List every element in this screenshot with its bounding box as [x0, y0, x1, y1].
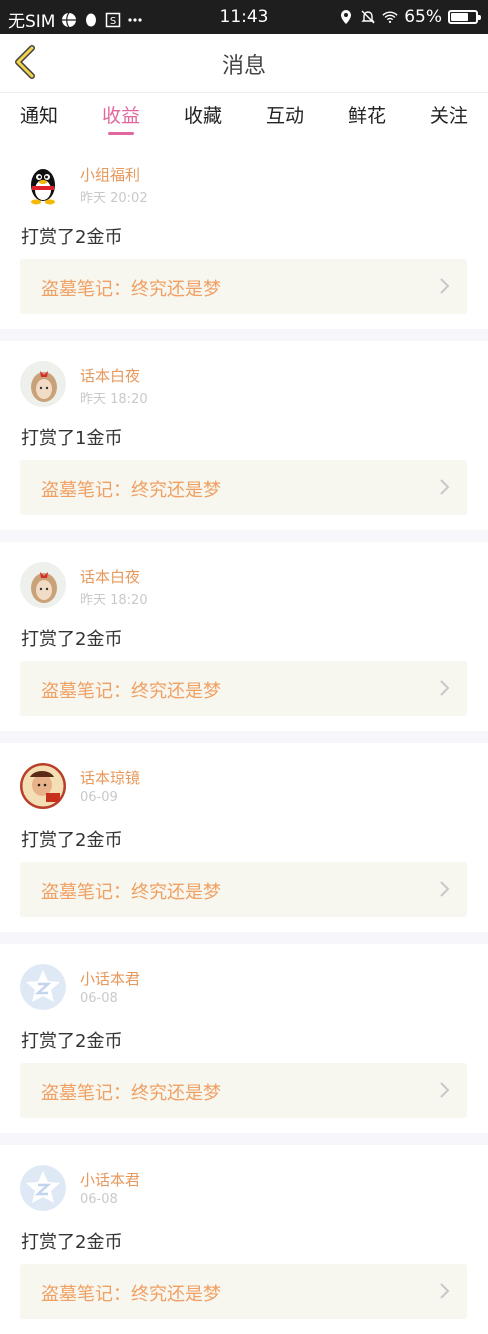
doll-avatar[interactable]	[20, 361, 66, 407]
location-icon	[341, 10, 352, 24]
cartoon-avatar[interactable]	[20, 763, 66, 809]
tab-bar: 通知 收益 收藏 互动 鲜花 关注	[0, 93, 488, 139]
list-item: 话本白夜 昨天 18:20 打赏了2金币 盗墓笔记：终究还是梦	[0, 542, 488, 731]
story-link[interactable]: 盗墓笔记：终究还是梦	[20, 1264, 467, 1319]
reward-message: 打赏了2金币	[21, 1232, 123, 1253]
user-name[interactable]: 小话本君	[80, 968, 140, 989]
divider	[0, 731, 488, 743]
timestamp: 06-09	[80, 790, 118, 805]
qq-penguin-avatar[interactable]	[20, 160, 66, 206]
chevron-right-icon	[440, 1082, 450, 1098]
story-link[interactable]: 盗墓笔记：终究还是梦	[20, 862, 467, 917]
star-z-avatar[interactable]	[20, 964, 66, 1010]
tab-follow[interactable]: 关注	[430, 93, 468, 139]
timestamp: 06-08	[80, 1192, 118, 1207]
tab-interaction[interactable]: 互动	[266, 93, 304, 139]
wifi-icon	[382, 11, 398, 24]
divider	[0, 932, 488, 944]
user-name[interactable]: 话本琼镜	[80, 767, 140, 788]
doll-avatar[interactable]	[20, 562, 66, 608]
status-right: 65%	[338, 7, 481, 27]
timestamp: 昨天 18:20	[80, 593, 148, 608]
reward-message: 打赏了2金币	[21, 227, 123, 248]
tab-flowers[interactable]: 鲜花	[348, 93, 386, 139]
status-bar: 无SIM S 11:43 65%	[0, 0, 488, 34]
message-feed: 小组福利 昨天 20:02 打赏了2金币 盗墓笔记：终究还是梦 话本白夜 昨天 …	[0, 140, 488, 1334]
chevron-right-icon	[440, 881, 450, 897]
story-title: 盗墓笔记：终究还是梦	[41, 279, 221, 300]
timestamp: 06-08	[80, 991, 118, 1006]
star-z-avatar[interactable]	[20, 1165, 66, 1211]
story-title: 盗墓笔记：终究还是梦	[41, 1284, 221, 1305]
tab-notice[interactable]: 通知	[20, 93, 58, 139]
chevron-right-icon	[440, 479, 450, 495]
reward-message: 打赏了1金币	[21, 428, 123, 449]
title-bar: 消息	[0, 34, 488, 93]
story-link[interactable]: 盗墓笔记：终究还是梦	[20, 460, 467, 515]
divider	[0, 530, 488, 542]
story-title: 盗墓笔记：终究还是梦	[41, 1083, 221, 1104]
list-item: 话本白夜 昨天 18:20 打赏了1金币 盗墓笔记：终究还是梦	[0, 341, 488, 530]
battery-percent: 65%	[404, 7, 442, 27]
mute-bell-icon	[361, 10, 375, 24]
reward-message: 打赏了2金币	[21, 1031, 123, 1052]
chevron-right-icon	[440, 278, 450, 294]
list-item: 小话本君 06-08 打赏了2金币 盗墓笔记：终究还是梦	[0, 944, 488, 1133]
tab-earnings[interactable]: 收益	[102, 93, 140, 139]
story-title: 盗墓笔记：终究还是梦	[41, 681, 221, 702]
user-name[interactable]: 话本白夜	[80, 566, 140, 587]
list-item: 小话本君 06-08 打赏了2金币 盗墓笔记：终究还是梦	[0, 1145, 488, 1334]
user-name[interactable]: 小话本君	[80, 1169, 140, 1190]
battery-icon	[448, 10, 481, 24]
timestamp: 昨天 20:02	[80, 191, 148, 206]
story-title: 盗墓笔记：终究还是梦	[41, 480, 221, 501]
user-name[interactable]: 小组福利	[80, 164, 140, 185]
reward-message: 打赏了2金币	[21, 830, 123, 851]
story-link[interactable]: 盗墓笔记：终究还是梦	[20, 661, 467, 716]
story-link[interactable]: 盗墓笔记：终究还是梦	[20, 259, 467, 314]
tab-favorites[interactable]: 收藏	[184, 93, 222, 139]
chevron-right-icon	[440, 680, 450, 696]
divider	[0, 1133, 488, 1145]
reward-message: 打赏了2金币	[21, 629, 123, 650]
story-link[interactable]: 盗墓笔记：终究还是梦	[20, 1063, 467, 1118]
page-title: 消息	[221, 54, 266, 79]
timestamp: 昨天 18:20	[80, 392, 148, 407]
chevron-right-icon	[440, 1283, 450, 1299]
user-name[interactable]: 话本白夜	[80, 365, 140, 386]
divider	[0, 329, 488, 341]
story-title: 盗墓笔记：终究还是梦	[41, 882, 221, 903]
list-item: 话本琼镜 06-09 打赏了2金币 盗墓笔记：终究还是梦	[0, 743, 488, 932]
list-item: 小组福利 昨天 20:02 打赏了2金币 盗墓笔记：终究还是梦	[0, 140, 488, 329]
